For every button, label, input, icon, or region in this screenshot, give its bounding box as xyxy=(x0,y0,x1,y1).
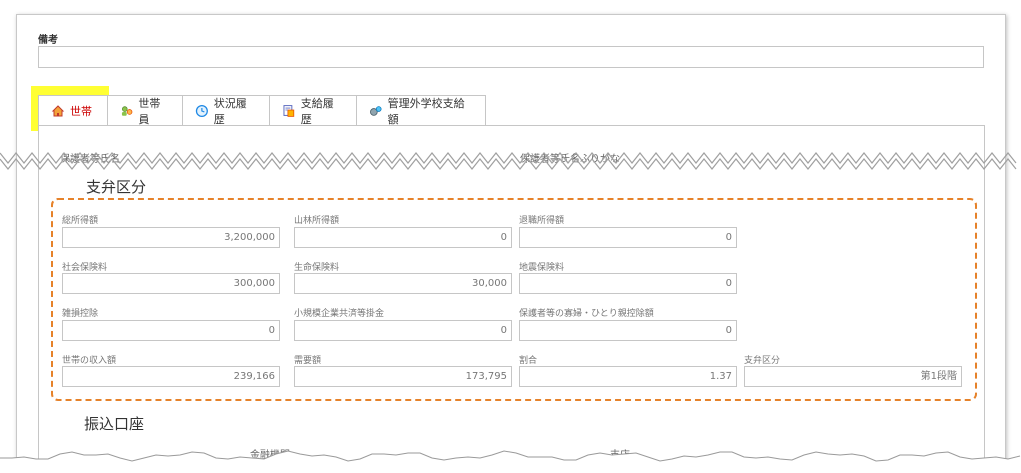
tab-status-history[interactable]: 状況履歴 xyxy=(182,95,270,126)
house-icon xyxy=(51,104,65,116)
torn-edge-divider xyxy=(0,152,1017,170)
field-label: 保護者等の寡婦・ひとり親控除額 xyxy=(519,309,654,319)
field-value-input[interactable]: 239,166 xyxy=(62,366,280,387)
field-value-input[interactable]: 0 xyxy=(294,320,512,341)
field-label: 地震保険料 xyxy=(519,263,565,273)
field-value-input[interactable]: 173,795 xyxy=(294,366,512,387)
field-label: 生命保険料 xyxy=(294,263,340,273)
field-value-input[interactable]: 0 xyxy=(62,320,280,341)
field-label: 小規模企業共済等掛金 xyxy=(294,309,385,319)
tab-label: 状況履歴 xyxy=(213,96,247,126)
document-icon xyxy=(283,104,295,117)
tab-label: 世帯 xyxy=(70,104,92,118)
tab-household-members[interactable]: 世帯員 xyxy=(107,95,183,126)
field-label: 支弁区分 xyxy=(744,356,781,366)
field-value-input[interactable]: 0 xyxy=(519,320,737,341)
field-value-input[interactable]: 0 xyxy=(519,273,737,294)
field-label: 社会保険料 xyxy=(62,263,108,273)
section-title-bank-account: 振込口座 xyxy=(84,415,145,433)
clock-icon xyxy=(195,104,208,117)
field-label: 総所得額 xyxy=(62,216,99,226)
field-value-input[interactable]: 1.37 xyxy=(519,366,737,387)
tab-bar: 世帯 世帯員 状況履歴 支給履歴 管理外学校支給額 xyxy=(38,95,486,126)
field-label: 山林所得額 xyxy=(294,216,340,226)
remarks-input[interactable] xyxy=(38,46,984,68)
field-label: 雑損控除 xyxy=(62,309,99,319)
tab-label: 世帯員 xyxy=(138,96,161,126)
section-title-payment-category: 支弁区分 xyxy=(86,178,147,196)
tab-household[interactable]: 世帯 xyxy=(38,95,108,125)
people-icon xyxy=(121,105,133,116)
remarks-label: 備考 xyxy=(38,35,58,46)
field-value-input[interactable]: 30,000 xyxy=(294,273,512,294)
field-label: 需要額 xyxy=(294,356,322,366)
field-value-input[interactable]: 0 xyxy=(294,227,512,248)
field-label: 世帯の収入額 xyxy=(62,356,117,366)
tab-payment-history[interactable]: 支給履歴 xyxy=(269,95,357,126)
field-value-input[interactable]: 300,000 xyxy=(62,273,280,294)
tab-external-school-payment[interactable]: 管理外学校支給額 xyxy=(356,95,486,126)
tab-label: 管理外学校支給額 xyxy=(387,96,465,126)
gear-person-icon xyxy=(370,105,382,116)
field-value-input[interactable]: 3,200,000 xyxy=(62,227,280,248)
tab-label: 支給履歴 xyxy=(300,96,334,126)
bottom-torn-edge xyxy=(0,450,1021,473)
field-label: 割合 xyxy=(519,356,538,366)
field-value-input[interactable]: 0 xyxy=(519,227,737,248)
field-value-input[interactable]: 第1段階 xyxy=(744,366,962,387)
field-label: 退職所得額 xyxy=(519,216,565,226)
